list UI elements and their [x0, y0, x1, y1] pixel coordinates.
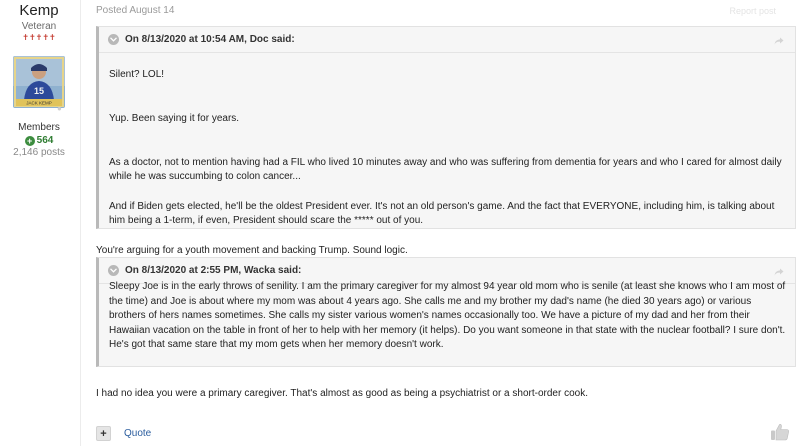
quote-paragraph: And if Biden gets elected, he'll be the … — [109, 201, 775, 226]
quote-paragraph: Silent? LOL! — [109, 69, 165, 80]
quote-paragraph: Yup. Been saying it for years. — [109, 113, 240, 124]
share-icon[interactable] — [774, 265, 784, 279]
reputation-count: 564 — [36, 135, 54, 146]
avatar-image: 15 JACK KEMP — [13, 56, 65, 108]
member-group: Members — [18, 122, 60, 133]
quote-button[interactable]: Quote — [124, 428, 151, 439]
report-post-link[interactable]: Report post — [729, 6, 776, 16]
svg-text:15: 15 — [34, 86, 44, 96]
reply-text: You're arguing for a youth movement and … — [96, 245, 408, 256]
quote-paragraph: Sleepy Joe is in the early throws of sen… — [109, 281, 786, 350]
quote-block: On 8/13/2020 at 10:54 AM, Doc said: Sile… — [96, 26, 796, 229]
post-count: 2,146 posts — [13, 147, 65, 158]
chevron-down-icon[interactable] — [108, 265, 119, 276]
column-divider — [80, 0, 81, 446]
plus-circle-icon: + — [24, 136, 35, 146]
quote-citation[interactable]: On 8/13/2020 at 10:54 AM, Doc said: — [125, 34, 295, 45]
author-panel: Kemp Veteran ✝✝✝✝✝ 15 JACK KEMP ● Member… — [0, 0, 78, 158]
avatar[interactable]: 15 JACK KEMP — [13, 56, 65, 108]
reply-text: I had no idea you were a primary caregiv… — [96, 388, 588, 399]
reputation-badge: +564 — [0, 135, 78, 146]
thumbs-up-icon[interactable] — [770, 423, 790, 444]
svg-text:JACK KEMP: JACK KEMP — [26, 101, 52, 106]
post-footer: + Quote — [96, 426, 151, 441]
online-indicator: ● — [57, 104, 62, 113]
share-icon[interactable] — [774, 34, 784, 48]
quote-paragraph: As a doctor, not to mention having had a… — [109, 157, 782, 182]
author-rank: Veteran — [21, 21, 57, 32]
quote-block: On 8/13/2020 at 2:55 PM, Wacka said: Sle… — [96, 257, 796, 367]
quote-citation[interactable]: On 8/13/2020 at 2:55 PM, Wacka said: — [125, 265, 301, 276]
multiquote-button[interactable]: + — [96, 426, 111, 441]
author-name[interactable]: Kemp — [0, 2, 78, 20]
rank-pips: ✝✝✝✝✝ — [22, 33, 56, 42]
chevron-down-icon[interactable] — [108, 34, 119, 45]
post-date[interactable]: Posted August 14 — [96, 5, 174, 16]
quote-header: On 8/13/2020 at 10:54 AM, Doc said: — [99, 27, 795, 53]
